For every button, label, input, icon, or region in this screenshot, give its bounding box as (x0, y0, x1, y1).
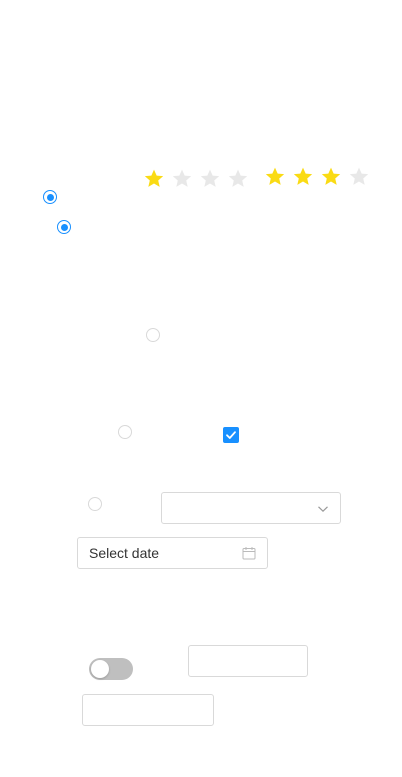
chevron-down-icon (318, 506, 328, 513)
select-dropdown[interactable] (161, 492, 341, 524)
toggle-switch[interactable] (89, 658, 133, 680)
star-icon[interactable] (199, 168, 221, 190)
radio-button-4[interactable] (118, 425, 132, 439)
text-input-1[interactable] (188, 645, 308, 677)
toggle-knob (91, 660, 109, 678)
radio-button-2[interactable] (57, 220, 71, 234)
star-icon[interactable] (227, 168, 249, 190)
star-icon[interactable] (292, 166, 314, 188)
radio-button-3[interactable] (146, 328, 160, 342)
date-placeholder: Select date (89, 545, 160, 561)
checkmark-icon (226, 431, 236, 439)
star-icon[interactable] (264, 166, 286, 188)
date-picker-input[interactable]: Select date (77, 537, 268, 569)
star-icon[interactable] (348, 166, 370, 188)
radio-button-5[interactable] (88, 497, 102, 511)
checkbox[interactable] (223, 427, 239, 443)
calendar-icon (242, 547, 256, 560)
radio-button-1[interactable] (43, 190, 57, 204)
star-rating-1[interactable] (143, 168, 249, 190)
star-icon[interactable] (171, 168, 193, 190)
text-input-2[interactable] (82, 694, 214, 726)
star-rating-2[interactable] (264, 166, 370, 188)
star-icon[interactable] (143, 168, 165, 190)
star-icon[interactable] (320, 166, 342, 188)
